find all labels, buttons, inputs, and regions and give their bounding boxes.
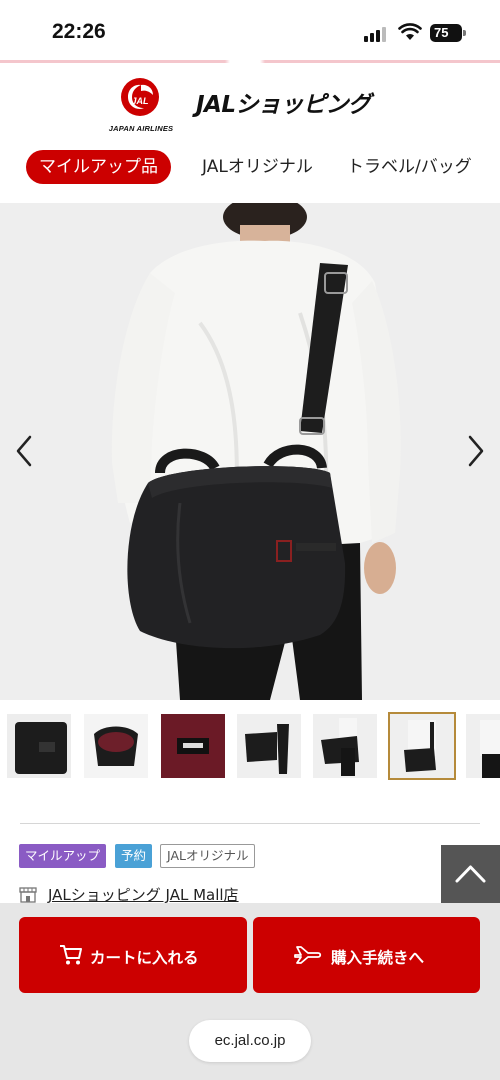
chevron-up-icon [455,865,486,883]
cart-icon [60,945,82,965]
product-main-image[interactable] [0,203,500,700]
status-bar: 22:26 75 [0,0,500,62]
scroll-to-top-button[interactable] [441,845,500,903]
category-nav: マイルアップ品 JALオリジナル トラベル/バッグ [0,147,500,187]
thumbnail[interactable] [237,714,301,778]
thumbnail[interactable] [161,714,225,778]
wifi-icon [398,23,422,40]
status-time: 22:26 [52,20,106,43]
svg-text:JAL: JAL [131,96,148,106]
action-bar: カートに入れる 購入手続きへ [0,903,500,1001]
thumbnail[interactable] [313,714,377,778]
thumbnail[interactable] [7,714,71,778]
category-tab-travel-bag[interactable]: トラベル/バッグ [347,150,472,184]
signal-icon [364,26,390,42]
store-icon [19,887,37,903]
tag-jal-original: JALオリジナル [160,844,256,868]
logo-subtext: JAPAN AIRLINES [108,124,174,133]
battery-level: 75 [434,25,449,40]
site-header: JAL JAPAN AIRLINES JALショッピング マイルアップ品 JAL… [0,63,500,203]
category-tab-mileup[interactable]: マイルアップ品 [26,150,171,184]
tag-mileup: マイルアップ [19,844,107,868]
thumbnail-selected[interactable] [388,712,456,780]
thumbnail[interactable] [466,714,500,778]
browser-toolbar: ec.jal.co.jp [0,1001,500,1080]
airplane-icon [294,946,322,964]
product-photo [0,203,500,700]
add-to-cart-button[interactable]: カートに入れる [19,917,247,993]
shop-link[interactable]: JALショッピング JAL Mall店 [48,884,239,905]
checkout-button[interactable]: 購入手続きへ [253,917,480,993]
chevron-right-icon[interactable] [466,433,486,469]
add-to-cart-label: カートに入れる [90,949,199,967]
tag-reservation: 予約 [115,844,153,868]
thumbnail[interactable] [84,714,148,778]
thumbnail-strip [0,708,500,784]
jal-crane-icon: JAL [121,78,159,116]
jal-logo[interactable]: JAL JAPAN AIRLINES [96,77,186,139]
battery-icon: 75 [430,24,462,42]
url-bar[interactable]: ec.jal.co.jp [189,1020,311,1062]
chevron-left-icon[interactable] [14,433,34,469]
checkout-label: 購入手続きへ [331,949,425,967]
site-title[interactable]: JALショッピング [196,85,371,119]
category-tab-jal-original[interactable]: JALオリジナル [202,150,313,184]
divider [20,823,480,824]
